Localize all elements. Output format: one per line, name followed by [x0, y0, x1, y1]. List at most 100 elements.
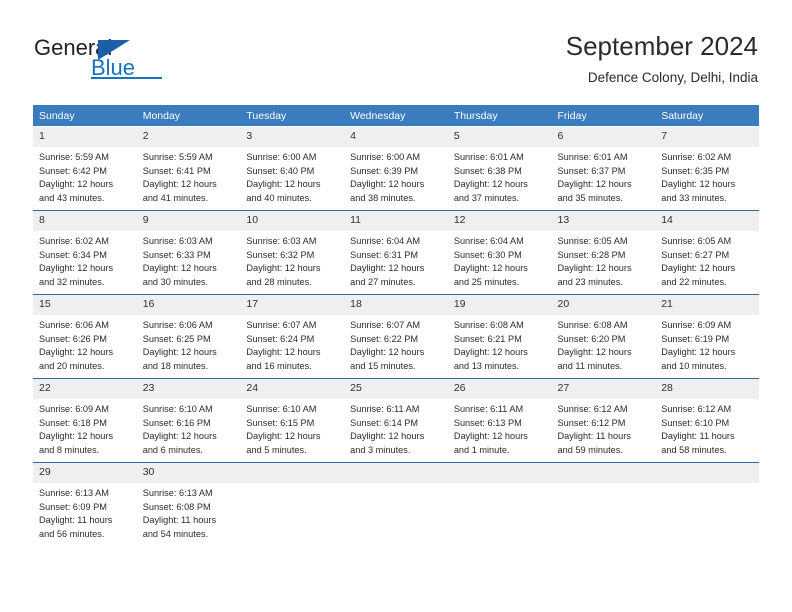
daylight-line1: Daylight: 12 hours	[246, 347, 321, 358]
sunset-text: Sunset: 6:37 PM	[557, 165, 626, 176]
daylight-line2: and 38 minutes.	[350, 192, 416, 203]
day-cell[interactable]: 30 Sunrise: 6:13 AM Sunset: 6:08 PM Dayl…	[136, 462, 241, 546]
day-cell[interactable]: 23 Sunrise: 6:10 AM Sunset: 6:16 PM Dayl…	[136, 378, 241, 463]
day-number: 29	[33, 463, 137, 483]
day-cell[interactable]: 9 Sunrise: 6:03 AM Sunset: 6:33 PM Dayli…	[136, 210, 241, 295]
daylight-line1: Daylight: 12 hours	[661, 347, 736, 358]
sunset-text: Sunset: 6:14 PM	[350, 417, 419, 428]
day-cell[interactable]: 24 Sunrise: 6:10 AM Sunset: 6:15 PM Dayl…	[240, 378, 345, 463]
day-details	[344, 483, 448, 487]
day-details	[655, 483, 759, 487]
day-details: Sunrise: 6:12 AM Sunset: 6:10 PM Dayligh…	[655, 399, 759, 457]
day-number: 14	[655, 211, 759, 231]
daylight-line1: Daylight: 12 hours	[453, 263, 528, 274]
day-cell[interactable]: 11 Sunrise: 6:04 AM Sunset: 6:31 PM Dayl…	[344, 210, 448, 295]
day-details	[448, 483, 552, 487]
daylight-line1: Daylight: 12 hours	[453, 431, 528, 442]
day-details: Sunrise: 6:01 AM Sunset: 6:38 PM Dayligh…	[448, 147, 552, 205]
day-cell-empty	[240, 462, 345, 546]
day-cell[interactable]: 19 Sunrise: 6:08 AM Sunset: 6:21 PM Dayl…	[447, 294, 552, 379]
day-cell[interactable]: 5 Sunrise: 6:01 AM Sunset: 6:38 PM Dayli…	[447, 126, 552, 211]
daylight-line2: and 5 minutes.	[246, 444, 307, 455]
sunset-text: Sunset: 6:10 PM	[661, 417, 730, 428]
day-details: Sunrise: 6:11 AM Sunset: 6:14 PM Dayligh…	[344, 399, 448, 457]
day-cell[interactable]: 18 Sunrise: 6:07 AM Sunset: 6:22 PM Dayl…	[344, 294, 448, 379]
sunrise-text: Sunrise: 6:04 AM	[453, 236, 524, 246]
daylight-line2: and 6 minutes.	[142, 444, 203, 455]
page-subtitle: Defence Colony, Delhi, India	[587, 70, 758, 85]
day-number: 13	[551, 211, 656, 231]
day-cell[interactable]: 1 Sunrise: 5:59 AM Sunset: 6:42 PM Dayli…	[33, 126, 137, 211]
sunrise-text: Sunrise: 5:59 AM	[39, 152, 109, 162]
day-cell[interactable]: 17 Sunrise: 6:07 AM Sunset: 6:24 PM Dayl…	[240, 294, 345, 379]
day-number: 8	[33, 211, 137, 231]
day-cell[interactable]: 4 Sunrise: 6:00 AM Sunset: 6:39 PM Dayli…	[344, 126, 448, 211]
day-number: 26	[447, 379, 552, 399]
sunset-text: Sunset: 6:30 PM	[453, 249, 522, 260]
day-details: Sunrise: 6:09 AM Sunset: 6:18 PM Dayligh…	[33, 399, 137, 457]
day-number: 20	[551, 295, 656, 315]
day-number: 28	[655, 379, 759, 399]
day-cell[interactable]: 12 Sunrise: 6:04 AM Sunset: 6:30 PM Dayl…	[447, 210, 552, 295]
day-details: Sunrise: 5:59 AM Sunset: 6:41 PM Dayligh…	[137, 147, 241, 205]
daylight-line1: Daylight: 11 hours	[557, 431, 631, 442]
day-cell[interactable]: 26 Sunrise: 6:11 AM Sunset: 6:13 PM Dayl…	[447, 378, 552, 463]
day-number: 18	[344, 295, 448, 315]
sunset-text: Sunset: 6:26 PM	[39, 333, 107, 344]
day-number: 24	[240, 379, 345, 399]
sunrise-text: Sunrise: 6:09 AM	[661, 320, 732, 330]
sunrise-text: Sunrise: 5:59 AM	[142, 152, 213, 162]
weekday-header-saturday: Saturday	[655, 105, 759, 127]
day-cell[interactable]: 2 Sunrise: 5:59 AM Sunset: 6:41 PM Dayli…	[136, 126, 241, 211]
day-cell[interactable]: 25 Sunrise: 6:11 AM Sunset: 6:14 PM Dayl…	[344, 378, 448, 463]
day-cell[interactable]: 10 Sunrise: 6:03 AM Sunset: 6:32 PM Dayl…	[240, 210, 345, 295]
day-details: Sunrise: 6:13 AM Sunset: 6:08 PM Dayligh…	[137, 483, 241, 541]
daylight-line1: Daylight: 12 hours	[557, 263, 632, 274]
sunrise-text: Sunrise: 6:08 AM	[453, 320, 524, 330]
daylight-line2: and 15 minutes.	[350, 360, 416, 371]
daylight-line1: Daylight: 12 hours	[453, 347, 528, 358]
sunrise-text: Sunrise: 6:11 AM	[350, 404, 420, 414]
sunrise-text: Sunrise: 6:06 AM	[39, 320, 109, 330]
logo-text-blue: Blue	[91, 55, 136, 80]
sunrise-text: Sunrise: 6:12 AM	[557, 404, 628, 414]
daylight-line1: Daylight: 12 hours	[246, 431, 321, 442]
day-cell[interactable]: 21 Sunrise: 6:09 AM Sunset: 6:19 PM Dayl…	[655, 294, 759, 379]
sunrise-text: Sunrise: 6:09 AM	[39, 404, 109, 414]
day-number: 1	[33, 127, 137, 147]
day-cell[interactable]: 20 Sunrise: 6:08 AM Sunset: 6:20 PM Dayl…	[551, 294, 656, 379]
day-details: Sunrise: 6:03 AM Sunset: 6:33 PM Dayligh…	[137, 231, 241, 289]
day-cell[interactable]: 13 Sunrise: 6:05 AM Sunset: 6:28 PM Dayl…	[551, 210, 656, 295]
week-row: 22 Sunrise: 6:09 AM Sunset: 6:18 PM Dayl…	[33, 378, 759, 463]
sunrise-text: Sunrise: 6:10 AM	[246, 404, 317, 414]
day-cell[interactable]: 16 Sunrise: 6:06 AM Sunset: 6:25 PM Dayl…	[136, 294, 241, 379]
sunset-text: Sunset: 6:12 PM	[557, 417, 626, 428]
day-cell-empty	[655, 462, 759, 546]
day-cell[interactable]: 27 Sunrise: 6:12 AM Sunset: 6:12 PM Dayl…	[551, 378, 656, 463]
day-cell[interactable]: 22 Sunrise: 6:09 AM Sunset: 6:18 PM Dayl…	[33, 378, 137, 463]
sunrise-text: Sunrise: 6:07 AM	[350, 320, 421, 330]
week-row: 15 Sunrise: 6:06 AM Sunset: 6:26 PM Dayl…	[33, 294, 759, 379]
daylight-line1: Daylight: 12 hours	[246, 263, 321, 274]
day-cell[interactable]: 3 Sunrise: 6:00 AM Sunset: 6:40 PM Dayli…	[240, 126, 345, 211]
daylight-line2: and 27 minutes.	[350, 276, 416, 287]
general-blue-logo[interactable]: General Blue	[34, 36, 214, 84]
day-cell[interactable]: 29 Sunrise: 6:13 AM Sunset: 6:09 PM Dayl…	[33, 462, 137, 546]
day-cell[interactable]: 7 Sunrise: 6:02 AM Sunset: 6:35 PM Dayli…	[655, 126, 759, 211]
day-cell[interactable]: 28 Sunrise: 6:12 AM Sunset: 6:10 PM Dayl…	[655, 378, 759, 463]
daylight-line2: and 18 minutes.	[142, 360, 209, 371]
day-details: Sunrise: 6:01 AM Sunset: 6:37 PM Dayligh…	[552, 147, 656, 205]
sunset-text: Sunset: 6:42 PM	[39, 165, 107, 176]
day-cell[interactable]: 8 Sunrise: 6:02 AM Sunset: 6:34 PM Dayli…	[33, 210, 137, 295]
daylight-line2: and 40 minutes.	[246, 192, 312, 203]
day-cell[interactable]: 14 Sunrise: 6:05 AM Sunset: 6:27 PM Dayl…	[655, 210, 759, 295]
daylight-line1: Daylight: 12 hours	[142, 431, 217, 442]
day-cell[interactable]: 6 Sunrise: 6:01 AM Sunset: 6:37 PM Dayli…	[551, 126, 656, 211]
day-cell[interactable]: 15 Sunrise: 6:06 AM Sunset: 6:26 PM Dayl…	[33, 294, 137, 379]
day-details: Sunrise: 6:11 AM Sunset: 6:13 PM Dayligh…	[448, 399, 552, 457]
daylight-line1: Daylight: 12 hours	[39, 431, 114, 442]
weekday-header-wednesday: Wednesday	[344, 105, 448, 127]
day-number: 21	[655, 295, 759, 315]
daylight-line2: and 56 minutes.	[39, 528, 105, 539]
sunset-text: Sunset: 6:16 PM	[142, 417, 211, 428]
